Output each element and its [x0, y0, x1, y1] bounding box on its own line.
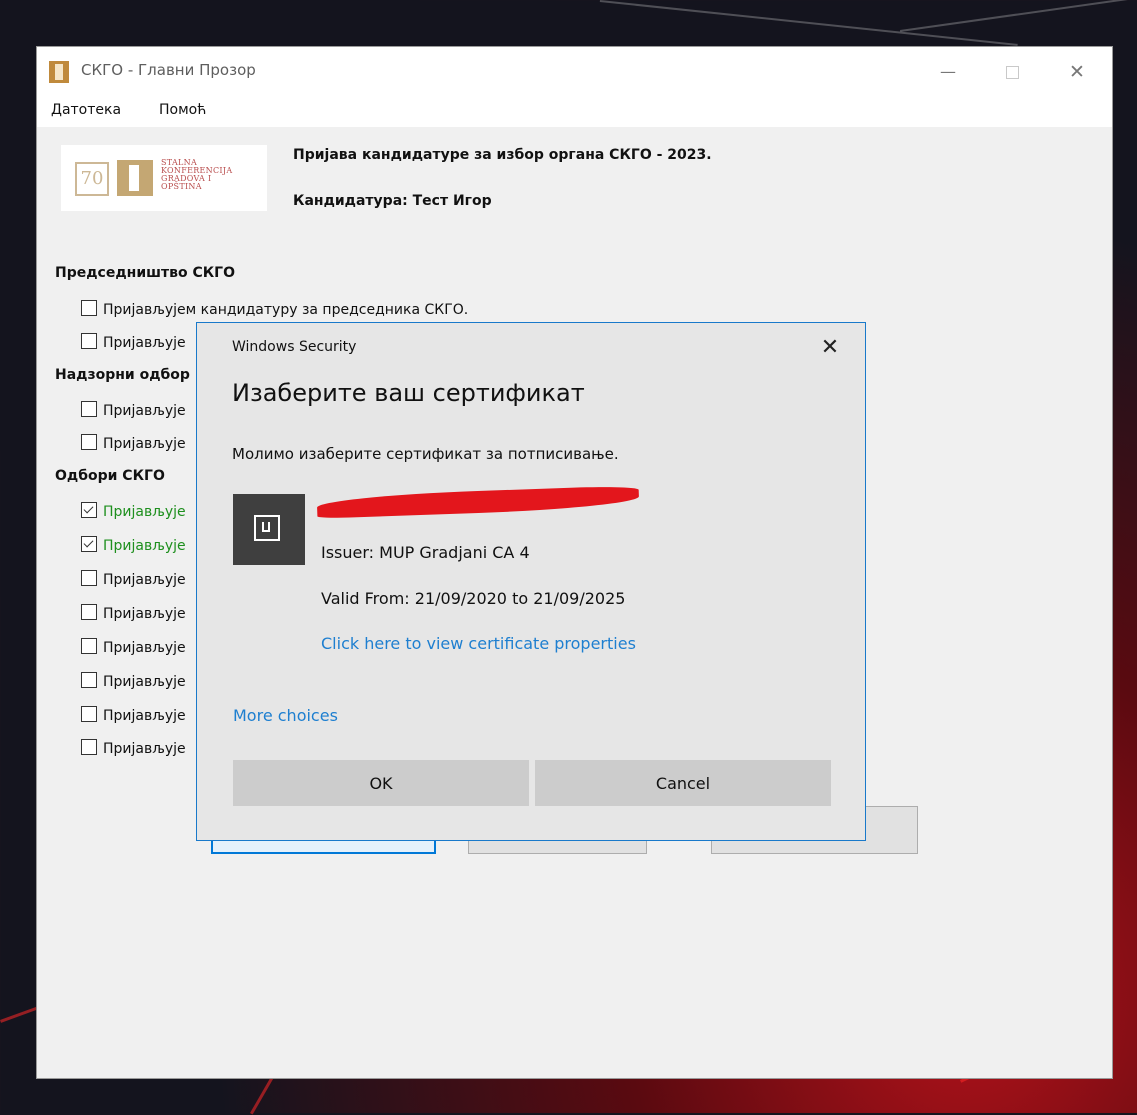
section-heading-presidency: Председништво СКГО	[55, 265, 235, 281]
checkbox-row[interactable]: Пријављује	[81, 739, 186, 759]
checkbox[interactable]	[81, 570, 97, 586]
anniversary-mark: 70	[75, 162, 109, 196]
redaction-mark	[316, 485, 640, 519]
maximize-icon	[1005, 66, 1019, 79]
ok-button[interactable]: OK	[233, 760, 529, 806]
menu-help[interactable]: Помоћ	[159, 102, 206, 118]
checkbox-label: Пријављује	[103, 741, 186, 757]
minimize-button[interactable]: —	[928, 55, 968, 89]
section-heading-supervisory-board: Надзорни одбор	[55, 367, 190, 383]
checkbox-label: Пријављује	[103, 436, 186, 452]
maximize-button[interactable]	[992, 55, 1032, 89]
checkbox[interactable]	[81, 434, 97, 450]
checkbox-row[interactable]: Пријављује	[81, 570, 186, 590]
page-title: Пријава кандидатуре за избор органа СКГО…	[293, 147, 712, 163]
checkbox-row[interactable]: Пријављује	[81, 672, 186, 692]
checkbox-label: Пријављује	[103, 640, 186, 656]
certificate-icon[interactable]	[233, 494, 305, 565]
window-title: СКГО - Главни Прозор	[81, 61, 256, 79]
checkbox[interactable]	[81, 672, 97, 688]
checkbox-row[interactable]: Пријављује	[81, 502, 186, 522]
section-heading-committees: Одбори СКГО	[55, 468, 165, 484]
dialog-description: Молимо изаберите сертификат за потписива…	[232, 445, 619, 463]
checkbox-row[interactable]: Пријављује	[81, 434, 186, 454]
checkbox-label: Пријављује	[103, 403, 186, 419]
checkbox[interactable]	[81, 604, 97, 620]
candidate-label: Кандидатура: Тест Игор	[293, 193, 492, 209]
menu-bar: Датотека Помоћ	[37, 97, 1112, 127]
checkbox-checked[interactable]	[81, 502, 97, 518]
certificate-frame-icon	[254, 515, 280, 541]
checkbox-label: Пријављује	[103, 335, 186, 351]
logo-text-line: OPŠTINA	[161, 182, 202, 191]
checkbox-label: Пријављује	[103, 708, 186, 724]
checkbox-row[interactable]: Пријављује	[81, 638, 186, 658]
skgo-emblem-icon	[117, 160, 153, 196]
title-bar[interactable]: СКГО - Главни Прозор — ✕	[37, 47, 1112, 97]
checkbox[interactable]	[81, 739, 97, 755]
certificate-validity: Valid From: 21/09/2020 to 21/09/2025	[321, 589, 626, 608]
certificate-dialog: Windows Security ✕ Изаберите ваш сертифи…	[196, 322, 866, 841]
checkbox-label: Пријављује	[103, 674, 186, 690]
dialog-heading: Изаберите ваш сертификат	[232, 379, 585, 407]
certificate-issuer: Issuer: MUP Gradjani CA 4	[321, 543, 530, 562]
checkbox[interactable]	[81, 638, 97, 654]
dialog-close-button[interactable]: ✕	[815, 333, 845, 363]
checkbox-label: Пријављује	[103, 504, 186, 520]
checkbox-row[interactable]: Пријављује	[81, 401, 186, 421]
organization-logo: 70 STALNA KONFERENCIJA GRADOVA I OPŠTINA	[61, 145, 267, 211]
checkbox-label: Пријављује	[103, 606, 186, 622]
checkbox[interactable]	[81, 401, 97, 417]
checkbox-label: Пријављује	[103, 538, 186, 554]
checkbox-row[interactable]: Пријављујем кандидатуру за председника С…	[81, 300, 468, 320]
dialog-caption: Windows Security	[232, 339, 357, 355]
bg-line	[0, 1006, 39, 1023]
checkbox-row[interactable]: Пријављује	[81, 604, 186, 624]
checkbox[interactable]	[81, 706, 97, 722]
close-button[interactable]: ✕	[1057, 55, 1097, 89]
checkbox-label: Пријављује	[103, 572, 186, 588]
checkbox-row[interactable]: Пријављује	[81, 536, 186, 556]
checkbox-label: Пријављујем кандидатуру за председника С…	[103, 302, 469, 318]
menu-file[interactable]: Датотека	[51, 102, 121, 118]
bg-line	[900, 0, 1137, 32]
app-logo-icon	[49, 61, 69, 83]
checkbox-row[interactable]: Пријављује	[81, 333, 186, 353]
checkbox[interactable]	[81, 300, 97, 316]
checkbox-row[interactable]: Пријављује	[81, 706, 186, 726]
checkbox-checked[interactable]	[81, 536, 97, 552]
checkbox[interactable]	[81, 333, 97, 349]
certificate-properties-link[interactable]: Click here to view certificate propertie…	[321, 634, 636, 653]
more-choices-link[interactable]: More choices	[233, 706, 338, 725]
cancel-button[interactable]: Cancel	[535, 760, 831, 806]
